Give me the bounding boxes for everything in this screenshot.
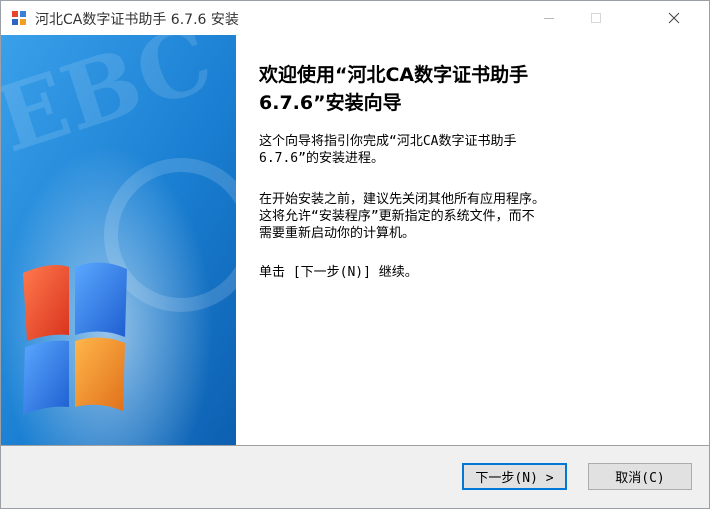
next-button[interactable]: 下一步(N) >: [462, 463, 567, 490]
welcome-heading: 欢迎使用“河北CA数字证书助手 6.7.6”安装向导: [259, 64, 529, 114]
cancel-button[interactable]: 取消(C): [588, 463, 692, 490]
welcome-content: 欢迎使用“河北CA数字证书助手 6.7.6”安装向导 这个向导将指引你完成“河北…: [237, 35, 709, 445]
title-bar[interactable]: 河北CA数字证书助手 6.7.6 安装: [1, 1, 709, 35]
minimize-button[interactable]: [526, 1, 572, 35]
maximize-icon: [591, 13, 601, 23]
welcome-banner-image: EBC: [1, 35, 236, 445]
installer-window: 河北CA数字证书助手 6.7.6 安装 欢迎使用“河北CA数字证书助手 6.7.…: [0, 0, 710, 509]
advice-text: 在开始安装之前，建议先关闭其他所有应用程序。 这将允许“安装程序”更新指定的系统…: [259, 192, 546, 241]
button-bar: 下一步(N) > 取消(C): [1, 446, 709, 508]
close-icon: [668, 12, 680, 24]
instruction-text: 单击 [下一步(N)] 继续。: [259, 265, 418, 280]
maximize-button[interactable]: [573, 1, 619, 35]
installer-app-icon: [12, 11, 26, 25]
close-button[interactable]: [651, 1, 697, 35]
banner-artwork: EBC: [1, 35, 236, 445]
minimize-icon: [544, 18, 554, 19]
intro-text: 这个向导将指引你完成“河北CA数字证书助手 6.7.6”的安装进程。: [259, 134, 517, 166]
window-title: 河北CA数字证书助手 6.7.6 安装: [35, 12, 239, 28]
